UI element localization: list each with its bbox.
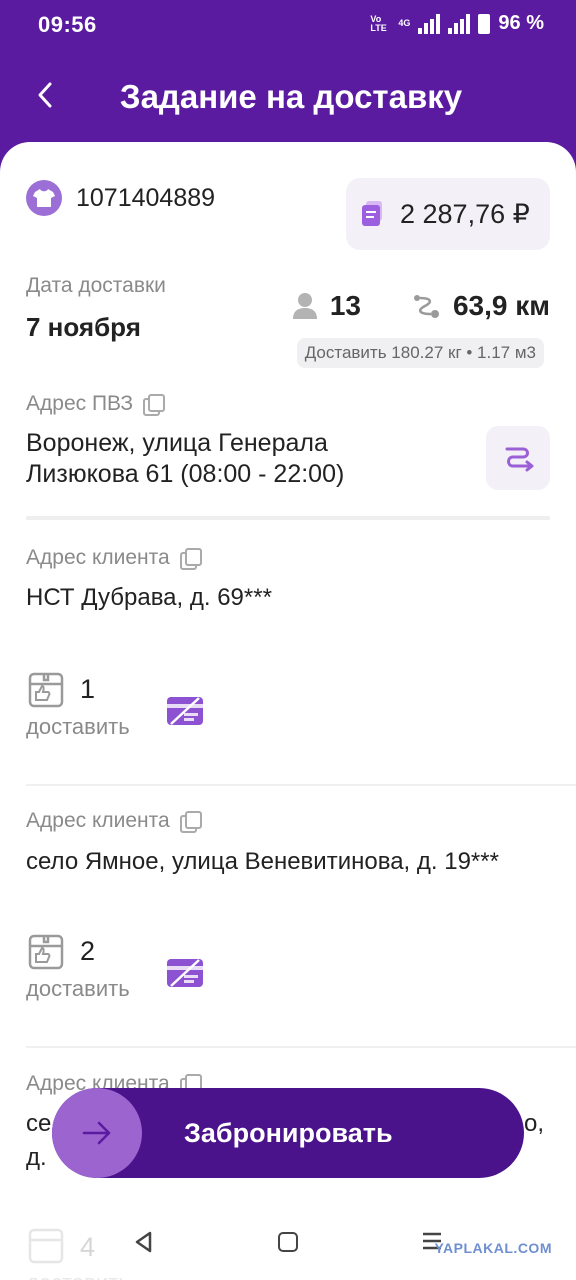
app-header: Задание на доставку [0,52,576,152]
network-gen-icon: 4G [398,18,411,28]
pvz-address: Воронеж, улица Генерала Лизюкова 61 (08:… [26,429,345,488]
slide-handle[interactable] [52,1088,142,1178]
price-value: 2 287,76 ₽ [400,198,530,229]
book-slider[interactable]: Забронировать [52,1088,524,1178]
deliver-count: 4 [80,1232,96,1262]
box-thumbs-up-icon [28,934,64,970]
pvz-label: Адрес ПВЗ [26,392,134,415]
points-count: 13 [329,290,361,321]
divider [26,1046,576,1048]
arrow-right-icon [82,1121,111,1145]
deliver-count: 2 [80,936,96,966]
signal-2-icon [448,13,471,34]
watermark: YAPLAKAL.COM [434,1240,552,1256]
client-label-row: Адрес клиента [26,546,202,570]
payment-stack-icon [362,201,382,226]
price-badge: 2 287,76 ₽ [346,178,550,250]
deliver-label: доставить [26,1270,130,1280]
battery-icon [478,13,491,34]
card-payment-icon [167,697,203,725]
nav-home-icon[interactable] [278,1232,298,1252]
nav-back-icon[interactable] [132,1230,156,1254]
route-button[interactable] [486,426,550,490]
status-time: 09:56 [38,12,97,37]
delivery-date-value: 7 ноября [26,312,141,342]
status-icons: Vo LTE 4G 96 % [370,12,544,35]
delivery-date-label: Дата доставки [26,274,166,297]
client-address-tail: о, [523,1110,544,1137]
client-address: НСТ Дубрава, д. 69*** [26,584,272,611]
route-distance-icon [413,295,439,318]
signal-icon [418,13,441,34]
copy-icon[interactable] [143,394,166,416]
client-label-row: Адрес клиента [26,809,202,833]
copy-icon[interactable] [179,548,202,570]
deliver-label: доставить [26,714,130,739]
distance-value: 63,9 км [452,290,550,321]
tshirt-icon [26,180,62,216]
volte-icon: Vo LTE [370,13,387,33]
card-payment-icon [167,959,203,987]
order-number: 1071404889 [76,183,216,212]
battery-level: 96 % [498,12,544,34]
box-thumbs-up-icon [28,672,64,708]
person-icon [292,293,317,319]
divider [26,516,550,520]
pvz-label-row: Адрес ПВЗ [26,392,166,416]
client-address: село Ямное, улица Веневитинова, д. 19*** [26,848,499,875]
box-thumbs-up-icon [28,1228,64,1264]
load-info: Доставить 180.27 кг • 1.17 м3 [296,338,544,368]
deliver-count: 1 [80,674,96,704]
route-stats: 13 63,9 км [292,290,550,322]
order-info: 1071404889 [26,180,215,216]
route-icon [505,447,534,472]
deliver-label: доставить [26,976,130,1001]
status-bar: 09:56 Vo LTE 4G 96 % [0,0,576,52]
client-label: Адрес клиента [26,546,170,569]
client-label: Адрес клиента [26,809,170,832]
page-title: Задание на доставку [119,78,463,115]
copy-icon[interactable] [179,811,202,833]
book-button-label: Забронировать [184,1118,393,1148]
divider [26,784,576,786]
